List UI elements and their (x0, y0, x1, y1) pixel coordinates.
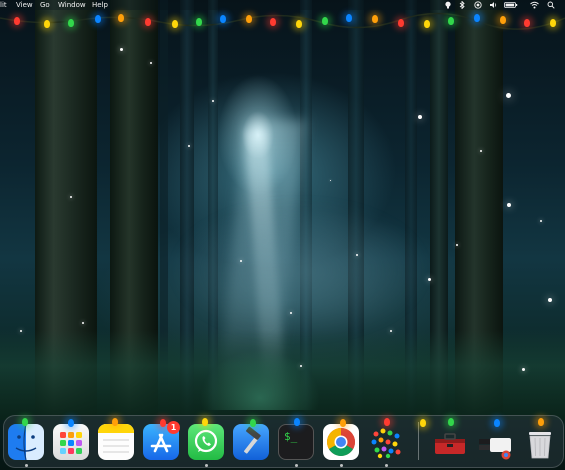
whatsapp-icon[interactable] (188, 424, 224, 460)
terminal-prompt: $_ (284, 430, 298, 443)
snowflake (290, 312, 292, 314)
chrome-running-dot (340, 464, 343, 467)
light-bulb (500, 16, 506, 24)
snowflake (70, 196, 72, 198)
trash-icon[interactable] (522, 424, 558, 460)
terminal-running-dot (295, 464, 298, 467)
light-bulb (14, 17, 20, 25)
snowflake (188, 145, 190, 147)
menu-app[interactable]: lit (0, 0, 7, 10)
light-bulb (95, 15, 101, 23)
light-bulb (172, 20, 178, 28)
menu-go[interactable]: Go (40, 0, 50, 10)
whatsapp-running-dot (205, 464, 208, 467)
volume-icon[interactable] (489, 1, 497, 9)
snowflake (428, 278, 431, 281)
desktop: lit View Go Window Help 1 $_ (0, 0, 565, 470)
snowflake (212, 100, 214, 102)
dock-light-bulb (160, 419, 166, 427)
snowflake (300, 365, 302, 367)
light-bulb (524, 19, 530, 27)
light-bulb (44, 20, 50, 28)
toolbox-icon[interactable] (432, 424, 468, 460)
light-bulb (220, 15, 226, 23)
dock-light-bulb (112, 418, 118, 426)
light-bulb (145, 18, 151, 26)
light-bulb (424, 20, 430, 28)
snowflake (240, 260, 242, 262)
light-bulb (474, 14, 480, 22)
search-icon[interactable] (547, 1, 555, 9)
light-bulb (196, 18, 202, 26)
notes-icon[interactable] (98, 424, 134, 460)
snowflake (120, 48, 123, 51)
terminal-icon[interactable]: $_ (278, 424, 314, 460)
dock-light-bulb (250, 419, 256, 427)
snowflake (456, 244, 458, 246)
light-bulb (118, 14, 124, 22)
finder-icon[interactable] (8, 424, 44, 460)
light-bulb (322, 17, 328, 25)
lights-running-dot (385, 464, 388, 467)
snowflake (480, 150, 482, 152)
wifi-icon[interactable] (530, 1, 539, 9)
light-bulb (68, 19, 74, 27)
battery-icon[interactable] (504, 1, 518, 9)
light-bulb (448, 17, 454, 25)
dock-light-bulb (494, 419, 500, 427)
snowflake (330, 180, 331, 181)
snowflake (507, 203, 511, 207)
fern-cluster (200, 350, 320, 410)
bulb-icon[interactable] (444, 1, 452, 9)
lights-app-icon[interactable] (368, 424, 404, 460)
snowflake (418, 115, 422, 119)
light-bulb (270, 18, 276, 26)
snowflake (20, 330, 22, 332)
dock-light-bulb (448, 418, 454, 426)
light-bulb (398, 19, 404, 27)
bluetooth-icon[interactable] (458, 0, 466, 10)
dock-light-bulb (538, 418, 544, 426)
dock-light-bulb (202, 418, 208, 426)
snowflake (150, 62, 152, 64)
snowflake (548, 298, 552, 302)
dock-light-bulb (22, 418, 28, 426)
mist (170, 200, 430, 340)
snowflake (522, 368, 525, 371)
snowflake (82, 322, 84, 324)
snowflake (540, 220, 542, 222)
menu-help[interactable]: Help (92, 0, 108, 10)
light-bulb (296, 20, 302, 28)
menu-view[interactable]: View (16, 0, 33, 10)
snowflake (506, 93, 511, 98)
light-bulb (372, 15, 378, 23)
dock-light-bulb (420, 419, 426, 427)
finder-running-dot (25, 464, 28, 467)
menu-window[interactable]: Window (58, 0, 86, 10)
record-icon[interactable] (474, 1, 482, 9)
dock-light-bulb (68, 419, 74, 427)
dock-light-bulb (294, 418, 300, 426)
light-bulb (246, 15, 252, 23)
snowflake (390, 330, 392, 332)
snowflake (356, 254, 358, 256)
dock-light-bulb (384, 418, 390, 426)
light-bulb (346, 14, 352, 22)
dock-light-bulb (340, 419, 346, 427)
menu-bar: lit View Go Window Help (0, 0, 565, 10)
light-bulb (550, 19, 556, 27)
